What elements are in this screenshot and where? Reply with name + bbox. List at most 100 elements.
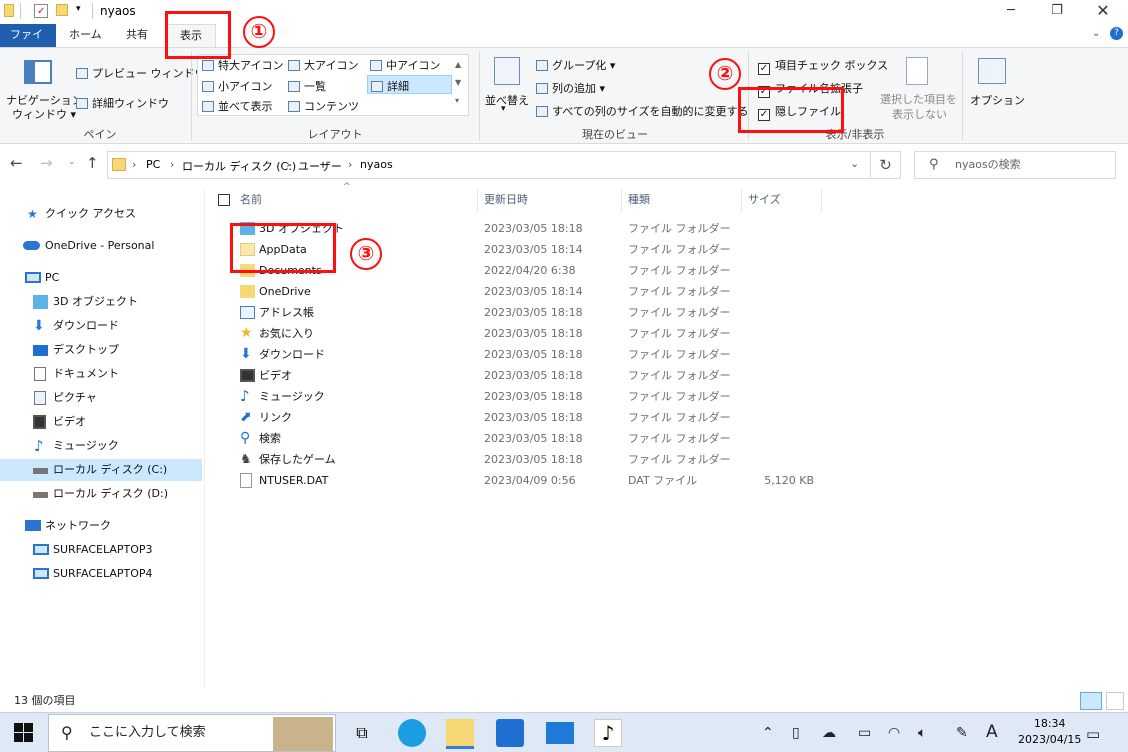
tray-pen-icon[interactable]: ✎ <box>956 725 968 741</box>
column-header-name[interactable]: 名前 <box>234 190 478 212</box>
store-icon[interactable] <box>496 719 524 747</box>
file-row[interactable]: ★ お気に入り 2023/03/05 18:18 ファイル フォルダー <box>232 323 832 344</box>
layout-medium-icons[interactable]: 中アイコン <box>370 57 440 73</box>
nav-network-item[interactable]: SURFACELAPTOP3 <box>0 539 202 561</box>
fit-columns-button[interactable]: すべての列のサイズを自動的に変更する <box>536 103 748 119</box>
navigation-pane-label-2[interactable]: ウィンドウ ▾ <box>12 106 76 122</box>
music-app-icon[interactable]: ♪ <box>594 719 622 747</box>
nav-music[interactable]: ♪ ミュージック <box>0 435 202 457</box>
layout-small-icons[interactable]: 小アイコン <box>202 78 272 94</box>
nav-desktop[interactable]: デスクトップ <box>0 339 202 361</box>
hide-selected-icon[interactable] <box>906 57 928 85</box>
new-folder-icon[interactable] <box>56 4 68 16</box>
column-header-type[interactable]: 種類 <box>622 190 742 212</box>
back-icon[interactable]: ← <box>10 154 23 172</box>
nav-network[interactable]: ネットワーク <box>0 515 202 537</box>
navigation-pane-icon[interactable] <box>24 60 52 84</box>
maximize-button[interactable]: ❐ <box>1034 0 1080 24</box>
sort-dropdown-icon[interactable]: ▾ <box>501 104 506 114</box>
address-bar[interactable]: › PC › ローカル ディスク (C:) › ユーザー › nyaos ⌄ <box>107 151 871 179</box>
minimize-button[interactable]: ─ <box>988 0 1034 24</box>
breadcrumb-users[interactable]: ユーザー <box>298 158 342 174</box>
start-button[interactable] <box>14 723 34 743</box>
search-input[interactable]: ⚲ nyaosの検索 <box>914 151 1116 179</box>
clock[interactable]: 18:34 2023/04/15 <box>1018 716 1081 748</box>
layout-content[interactable]: コンテンツ <box>288 98 359 114</box>
tray-wifi-icon[interactable]: ◠ <box>888 725 900 741</box>
file-row[interactable]: NTUSER.DAT 2023/04/09 0:56 DAT ファイル 5,120 K… <box>232 470 832 491</box>
add-columns-button[interactable]: 列の追加 ▾ <box>536 80 605 96</box>
file-row[interactable]: OneDrive 2023/03/05 18:14 ファイル フォルダー <box>232 281 832 302</box>
layout-extra-large-icons[interactable]: 特大アイコン <box>202 57 283 73</box>
select-all-checkbox[interactable] <box>218 194 230 206</box>
sort-by-label[interactable]: 並べ替え <box>485 92 529 108</box>
layout-scroll-icon[interactable]: ▲ ▼ ▾ <box>455 56 461 110</box>
tray-cloud-icon[interactable]: ☁ <box>822 725 836 741</box>
details-view-icon[interactable] <box>1080 692 1102 710</box>
layout-list[interactable]: 一覧 <box>288 78 326 94</box>
file-explorer-icon[interactable] <box>446 719 474 749</box>
group-by-button[interactable]: グループ化 ▾ <box>536 57 615 73</box>
up-icon[interactable]: ↑ <box>86 154 99 172</box>
file-row[interactable]: ⚲ 検索 2023/03/05 18:18 ファイル フォルダー <box>232 428 832 449</box>
tab-file[interactable]: ファイル <box>0 24 56 62</box>
tray-battery-icon[interactable]: ▭ <box>858 725 871 741</box>
notifications-icon[interactable]: ▭ <box>1086 725 1100 743</box>
breadcrumb-pc[interactable]: PC <box>146 158 160 171</box>
nav-documents[interactable]: ドキュメント <box>0 363 202 385</box>
file-row[interactable]: ビデオ 2023/03/05 18:18 ファイル フォルダー <box>232 365 832 386</box>
task-view-icon[interactable]: ⧉ <box>348 719 376 747</box>
collapse-ribbon-icon[interactable]: ⌄ <box>1092 28 1100 39</box>
item-checkboxes-toggle[interactable]: ✓ 項目チェック ボックス <box>758 57 888 75</box>
file-row[interactable]: ♪ ミュージック 2023/03/05 18:18 ファイル フォルダー <box>232 386 832 407</box>
breadcrumb-separator-icon: › <box>170 158 175 171</box>
breadcrumb-local-disk[interactable]: ローカル ディスク (C:) <box>182 158 296 174</box>
file-row[interactable]: ⬇ ダウンロード 2023/03/05 18:18 ファイル フォルダー <box>232 344 832 365</box>
qat-dropdown-icon[interactable]: ▾ <box>76 4 81 14</box>
layout-large-icons[interactable]: 大アイコン <box>288 57 358 73</box>
edge-icon[interactable] <box>398 719 426 747</box>
mail-icon[interactable] <box>546 722 574 744</box>
help-icon[interactable]: ? <box>1110 27 1123 40</box>
options-button[interactable]: オプション <box>970 92 1025 108</box>
nav-network-item[interactable]: SURFACELAPTOP4 <box>0 563 202 585</box>
tray-overflow-icon[interactable]: ⌃ <box>762 725 774 741</box>
nav-pictures[interactable]: ピクチャ <box>0 387 202 409</box>
sort-by-icon[interactable] <box>494 57 520 85</box>
nav-pc[interactable]: PC <box>0 267 202 289</box>
tray-volume-icon[interactable]: 🔈︎ <box>918 725 926 741</box>
large-icons-view-icon[interactable] <box>1106 692 1124 710</box>
file-row[interactable]: ⬈ リンク 2023/03/05 18:18 ファイル フォルダー <box>232 407 832 428</box>
column-header-date[interactable]: 更新日時 <box>478 190 622 212</box>
details-pane-button[interactable]: 詳細ウィンドウ <box>76 95 169 111</box>
nav-quick-access[interactable]: ★ クイック アクセス <box>0 203 202 225</box>
breadcrumb-nyaos[interactable]: nyaos <box>360 158 393 171</box>
hide-selected-label[interactable]: 選択した項目を <box>880 91 957 107</box>
column-header-size[interactable]: サイズ <box>742 190 822 212</box>
layout-details[interactable]: 詳細 <box>367 75 452 94</box>
options-icon[interactable] <box>978 58 1006 84</box>
taskbar-search-input[interactable]: ⚲ ここに入力して検索 <box>48 714 336 752</box>
ime-indicator[interactable]: A <box>986 722 998 742</box>
nav-3d-objects[interactable]: 3D オブジェクト <box>0 291 202 313</box>
file-row[interactable]: ♞ 保存したゲーム 2023/03/05 18:18 ファイル フォルダー <box>232 449 832 470</box>
refresh-button[interactable]: ↻ <box>871 151 901 179</box>
recent-locations-icon[interactable]: ⌄ <box>68 157 76 167</box>
preview-pane-button[interactable]: プレビュー ウィンドウ <box>76 65 206 81</box>
nav-videos[interactable]: ビデオ <box>0 411 202 433</box>
tab-share[interactable]: 共有 <box>117 24 157 47</box>
annotation-marker: ① <box>243 16 275 48</box>
close-button[interactable]: ✕ <box>1080 0 1126 24</box>
tab-home[interactable]: ホーム <box>60 24 111 47</box>
layout-tiles[interactable]: 並べて表示 <box>202 98 273 114</box>
nav-local-disk-d[interactable]: ローカル ディスク (D:) <box>0 483 202 505</box>
nav-downloads[interactable]: ⬇ ダウンロード <box>0 315 202 337</box>
nav-local-disk-c[interactable]: ローカル ディスク (C:) <box>0 459 202 481</box>
properties-icon[interactable]: ✓ <box>34 4 48 18</box>
forward-icon[interactable]: → <box>40 154 53 172</box>
file-row[interactable]: アドレス帳 2023/03/05 18:18 ファイル フォルダー <box>232 302 832 323</box>
address-dropdown-icon[interactable]: ⌄ <box>850 157 859 170</box>
tray-device-icon[interactable]: ▯ <box>792 725 800 741</box>
nav-onedrive[interactable]: OneDrive - Personal <box>0 235 202 257</box>
hide-selected-label-2[interactable]: 表示しない <box>892 106 947 122</box>
